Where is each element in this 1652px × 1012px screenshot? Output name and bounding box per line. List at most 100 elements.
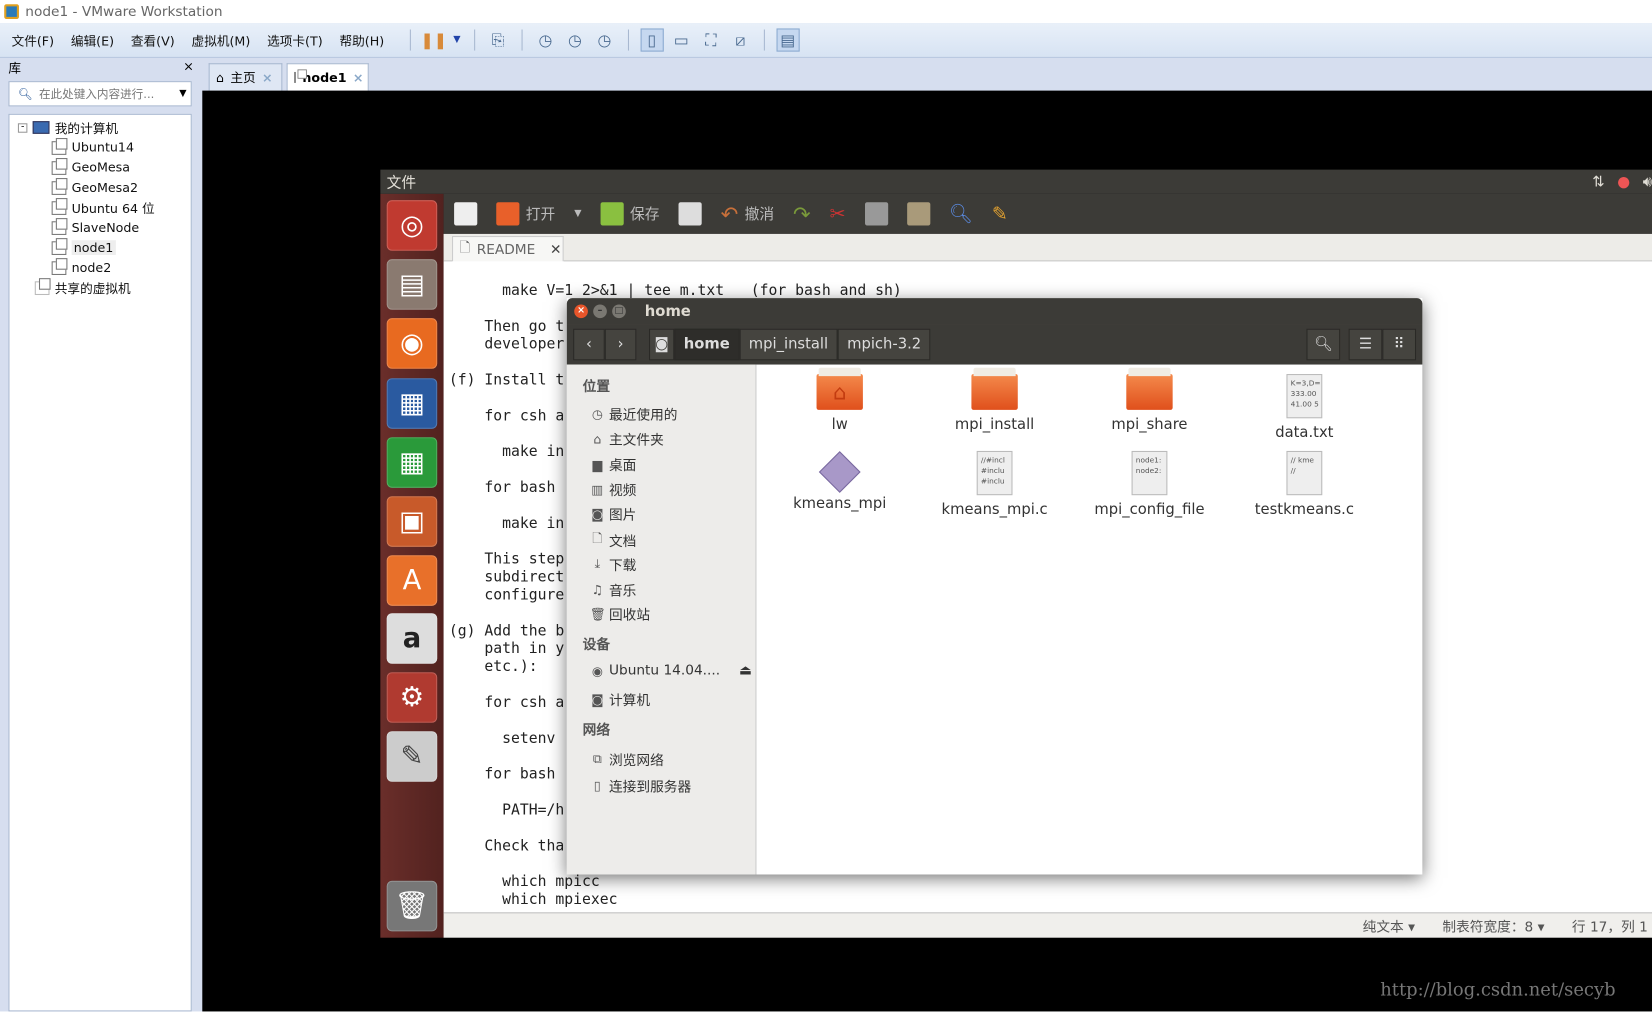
chevron-down-icon[interactable]: ▼ [179,89,186,100]
copy-button[interactable] [864,202,888,226]
tree-item-ubuntu14[interactable]: Ubuntu14 [51,137,134,157]
trash-icon[interactable]: 🗑︎ [386,880,438,932]
network-icon[interactable]: ⇅ [1592,173,1604,190]
input-method-icon[interactable]: ● [1617,173,1630,190]
list-view-button[interactable]: ☰ [1348,328,1383,361]
chevron-down-icon[interactable]: ▼ [574,209,581,220]
send-keys-icon[interactable]: ⎘ [486,28,509,51]
menu-view[interactable]: 查看(V) [131,31,175,49]
file-item[interactable]: K=3,D= 333.00 41.00 5 data.txt [1236,374,1373,441]
sidebar-item-documents[interactable]: 🗋 文档 [590,529,636,551]
close-icon[interactable]: × [353,70,364,85]
close-icon[interactable]: ✕ [550,242,561,258]
tab-node1[interactable]: node1 × [286,63,369,91]
tree-item-node1[interactable]: node1 [51,237,116,257]
software-center-icon[interactable]: A [386,555,438,606]
eject-icon[interactable]: ⏏ [739,663,752,679]
sidebar-item-desktop[interactable]: ▆ 桌面 [590,454,637,474]
close-window-button[interactable]: × [574,304,588,319]
text-editor-icon[interactable]: ✎ [386,731,438,782]
path-home[interactable]: home [674,328,740,361]
sidebar-item-music[interactable]: ♫ 音乐 [590,579,637,599]
menu-vm[interactable]: 虚拟机(M) [192,31,251,49]
menu-file[interactable]: 文件(F) [12,31,54,49]
menu-tabs[interactable]: 选项卡(T) [267,31,323,49]
sidebar-item-ubuntu-disc[interactable]: ◉ Ubuntu 14.04.... ⏏ [590,663,752,679]
unity-icon[interactable]: ⧄ [729,28,752,51]
search-button[interactable]: 🔍︎ [1306,328,1341,361]
disk-icon[interactable]: ◙ [649,328,675,361]
minimize-button[interactable]: – [593,304,607,319]
tab-width-selector[interactable]: 制表符宽度：8 ▾ [1442,916,1544,936]
console-view-icon[interactable]: ▤ [776,28,800,52]
fullscreen-icon[interactable]: ⛶ [699,28,722,51]
thumbnail-bar-icon[interactable]: ▭ [670,28,693,51]
menu-help[interactable]: 帮助(H) [340,31,385,49]
sidebar-item-computer[interactable]: ◙ 计算机 [590,689,650,709]
find-button[interactable]: 🔍︎ [949,203,973,225]
file-item[interactable]: mpi_share [1081,367,1218,433]
sidebar-item-connect-server[interactable]: ▯ 连接到服务器 [590,775,691,795]
back-button[interactable]: ‹ [573,328,605,361]
file-item[interactable]: //#incl #inclu #inclu kmeans_mpi.c [926,450,1063,518]
dash-icon[interactable]: ◎ [386,200,438,251]
show-library-icon[interactable]: ▯ [640,28,664,52]
path-mpi-install[interactable]: mpi_install [739,328,838,361]
tree-item-geomesa[interactable]: GeoMesa [51,157,130,177]
cut-icon: ✂ [829,202,846,225]
paste-button[interactable] [906,202,930,226]
file-item[interactable]: // kme // testkmeans.c [1236,450,1373,518]
sidebar-item-browse-network[interactable]: ⧉ 浏览网络 [590,749,664,769]
save-button[interactable]: 保存 [600,202,659,226]
tree-root-my-computer[interactable]: - 我的计算机 [17,118,118,137]
sidebar-item-home[interactable]: ⌂ 主文件夹 [590,429,663,448]
replace-button[interactable]: ✎ [992,203,1008,225]
snapshot-icon[interactable]: ◷ [534,28,557,51]
tree-item-ubuntu64[interactable]: Ubuntu 64 位 [51,197,155,217]
snapshot-manager-icon[interactable]: ◷ [593,28,616,51]
sidebar-label: 浏览网络 [608,753,664,770]
sidebar-item-videos[interactable]: ▥ 视频 [590,479,636,499]
grid-view-button[interactable]: ⠿ [1382,328,1417,361]
tree-item-node2[interactable]: node2 [51,257,111,277]
library-search-input[interactable]: 🔍︎ 在此处键入内容进行... ▼ [8,81,192,107]
file-item[interactable]: kmeans_mpi [771,451,908,512]
dropdown-icon[interactable]: ▼ [452,28,463,51]
file-item[interactable]: mpi_install [926,367,1063,433]
sidebar-item-pictures[interactable]: ◙ 图片 [590,504,636,523]
menu-edit[interactable]: 编辑(E) [71,31,114,49]
language-selector[interactable]: 纯文本 ▾ [1363,916,1415,936]
new-document-button[interactable] [454,202,478,226]
tree-shared-vms[interactable]: 共享的虚拟机 [34,277,131,297]
print-button[interactable] [678,202,702,226]
system-settings-icon[interactable]: ⚙ [386,672,438,723]
tab-readme[interactable]: 🗋 README ✕ [451,236,564,263]
sidebar-item-trash[interactable]: 🗑︎ 回收站 [590,604,650,623]
library-close-button[interactable]: × [183,59,194,78]
path-mpich[interactable]: mpich-3.2 [837,328,931,361]
file-item[interactable]: node1: node2: mpi_config_file [1081,450,1218,518]
close-icon[interactable]: × [262,70,273,85]
firefox-icon[interactable]: ◉ [386,318,438,369]
pause-icon[interactable]: ❚❚ [420,28,446,51]
unity-launcher: ◎ ▤ ◉ ▦ ▦ ▣ A a ⚙ ✎ 🗑︎ [380,193,444,938]
tree-item-geomesa2[interactable]: GeoMesa2 [51,177,138,197]
cut-button[interactable]: ✂ [830,203,846,225]
calc-icon[interactable]: ▦ [386,437,438,488]
sidebar-item-recent[interactable]: ◷ 最近使用的 [590,404,678,423]
amazon-icon[interactable]: a [386,613,438,664]
maximize-button[interactable]: □ [612,304,626,319]
sidebar-item-downloads[interactable]: ⤓ 下载 [590,554,637,574]
file-item[interactable]: ⌂ lw [771,367,908,433]
revert-snapshot-icon[interactable]: ◷ [563,28,586,51]
files-icon[interactable]: ▤ [386,259,438,310]
tab-home[interactable]: ⌂ 主页 × [208,63,283,91]
forward-button[interactable]: › [604,328,637,361]
redo-button[interactable]: ↷ [793,201,811,226]
tree-item-slavenode[interactable]: SlaveNode [51,217,139,237]
writer-icon[interactable]: ▦ [386,378,438,429]
volume-icon[interactable]: 🔊︎ [1643,173,1652,190]
open-button[interactable]: 打开 ▼ [496,202,582,226]
undo-button[interactable]: ↶ 撤消 [721,201,774,226]
impress-icon[interactable]: ▣ [386,496,438,547]
